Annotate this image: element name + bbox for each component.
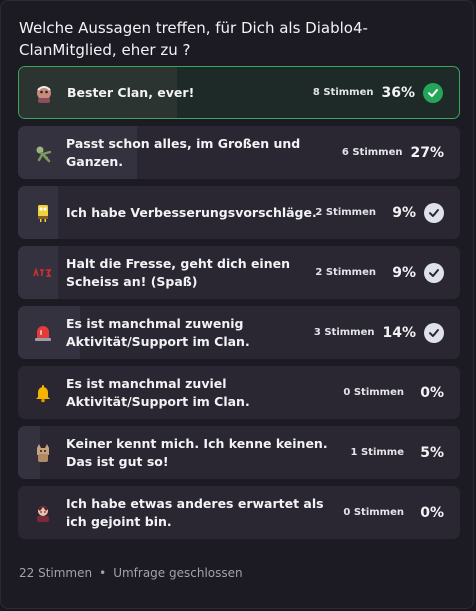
option-label: Bester Clan, ever! xyxy=(67,84,195,100)
poll-option[interactable]: Es ist manchmal zuviel Aktivität/Support… xyxy=(18,366,460,419)
poll-status: Umfrage geschlossen xyxy=(113,566,243,580)
option-label: Ich habe etwas anderes erwartet als ich … xyxy=(66,495,324,529)
poll-card: Welche Aussagen treffen, für Dich als Di… xyxy=(0,0,474,609)
checkmark-icon xyxy=(424,202,444,223)
poll-option[interactable]: Passt schon alles, im Großen und Ganzen.… xyxy=(18,126,460,179)
vote-count: 1 Stimme xyxy=(350,447,404,458)
poll-option[interactable]: Halt die Fresse, geht dich einen Scheiss… xyxy=(18,246,460,299)
vote-percent: 5% xyxy=(420,444,444,461)
option-result: 2 Stimmen 9% xyxy=(315,186,444,239)
option-result: 0 Stimmen 0% xyxy=(343,486,444,539)
vote-percent: 36% xyxy=(381,84,415,101)
vote-percent: 0% xyxy=(420,504,444,521)
vote-percent: 27% xyxy=(410,144,444,161)
vote-percent: 9% xyxy=(392,264,416,281)
poll-option[interactable]: Bester Clan, ever! 8 Stimmen 36% xyxy=(18,66,460,119)
option-result: 3 Stimmen 14% xyxy=(314,306,444,359)
total-votes: 22 Stimmen xyxy=(19,566,93,580)
option-result: 0 Stimmen 0% xyxy=(343,366,444,419)
separator: • xyxy=(99,566,107,580)
vote-count: 8 Stimmen xyxy=(312,87,374,98)
vote-count: 0 Stimmen xyxy=(343,507,404,518)
poll-footer: 22 Stimmen • Umfrage geschlossen xyxy=(19,566,243,580)
poll-option[interactable]: Ich habe etwas anderes erwartet als ich … xyxy=(18,486,460,539)
green-checkmark-icon xyxy=(423,82,443,103)
vote-percent: 0% xyxy=(420,384,444,401)
option-label: Es ist manchmal zuwenig Aktivität/Suppor… xyxy=(66,315,250,349)
poll-option[interactable]: Es ist manchmal zuwenig Aktivität/Suppor… xyxy=(18,306,460,359)
siren-emoji-icon xyxy=(32,322,54,344)
option-result: 2 Stimmen 9% xyxy=(315,246,444,299)
poll-option[interactable]: Ich habe Verbesserungsvorschläge. 2 Stim… xyxy=(18,186,460,239)
cat-emoji-icon xyxy=(32,442,54,464)
checkmark-icon xyxy=(424,322,444,343)
vote-count: 3 Stimmen xyxy=(313,327,375,338)
vote-count: 2 Stimmen xyxy=(315,267,376,278)
option-result: 8 Stimmen 36% xyxy=(313,67,443,118)
option-result: 1 Stimme 5% xyxy=(351,426,444,479)
zombie-emoji-icon xyxy=(32,142,54,164)
stfu-emoji-icon xyxy=(32,262,54,284)
poll-option[interactable]: Keiner kennt mich. Ich kenne keinen. Das… xyxy=(18,426,460,479)
option-label: Passt schon alles, im Großen und Ganzen. xyxy=(66,135,301,169)
option-label: Ich habe Verbesserungsvorschläge. xyxy=(66,204,317,220)
bell-emoji-icon xyxy=(32,382,54,404)
option-result: 6 Stimmen 27% xyxy=(342,126,444,179)
vote-percent: 14% xyxy=(382,324,416,341)
poll-options: Bester Clan, ever! 8 Stimmen 36% Passt s… xyxy=(18,66,460,546)
sponge-emoji-icon xyxy=(32,202,54,224)
checkmark-icon xyxy=(424,262,444,283)
option-label: Keiner kennt mich. Ich kenne keinen. Das… xyxy=(66,435,328,469)
vote-count: 2 Stimmen xyxy=(315,207,376,218)
option-label: Es ist manchmal zuviel Aktivität/Support… xyxy=(66,375,250,409)
anime-emoji-icon xyxy=(32,502,54,524)
character-emoji-icon xyxy=(33,83,55,105)
vote-count: 0 Stimmen xyxy=(343,387,404,398)
vote-percent: 9% xyxy=(392,204,416,221)
option-label: Halt die Fresse, geht dich einen Scheiss… xyxy=(66,255,290,289)
poll-question: Welche Aussagen treffen, für Dich als Di… xyxy=(19,19,368,59)
vote-count: 6 Stimmen xyxy=(341,147,403,158)
